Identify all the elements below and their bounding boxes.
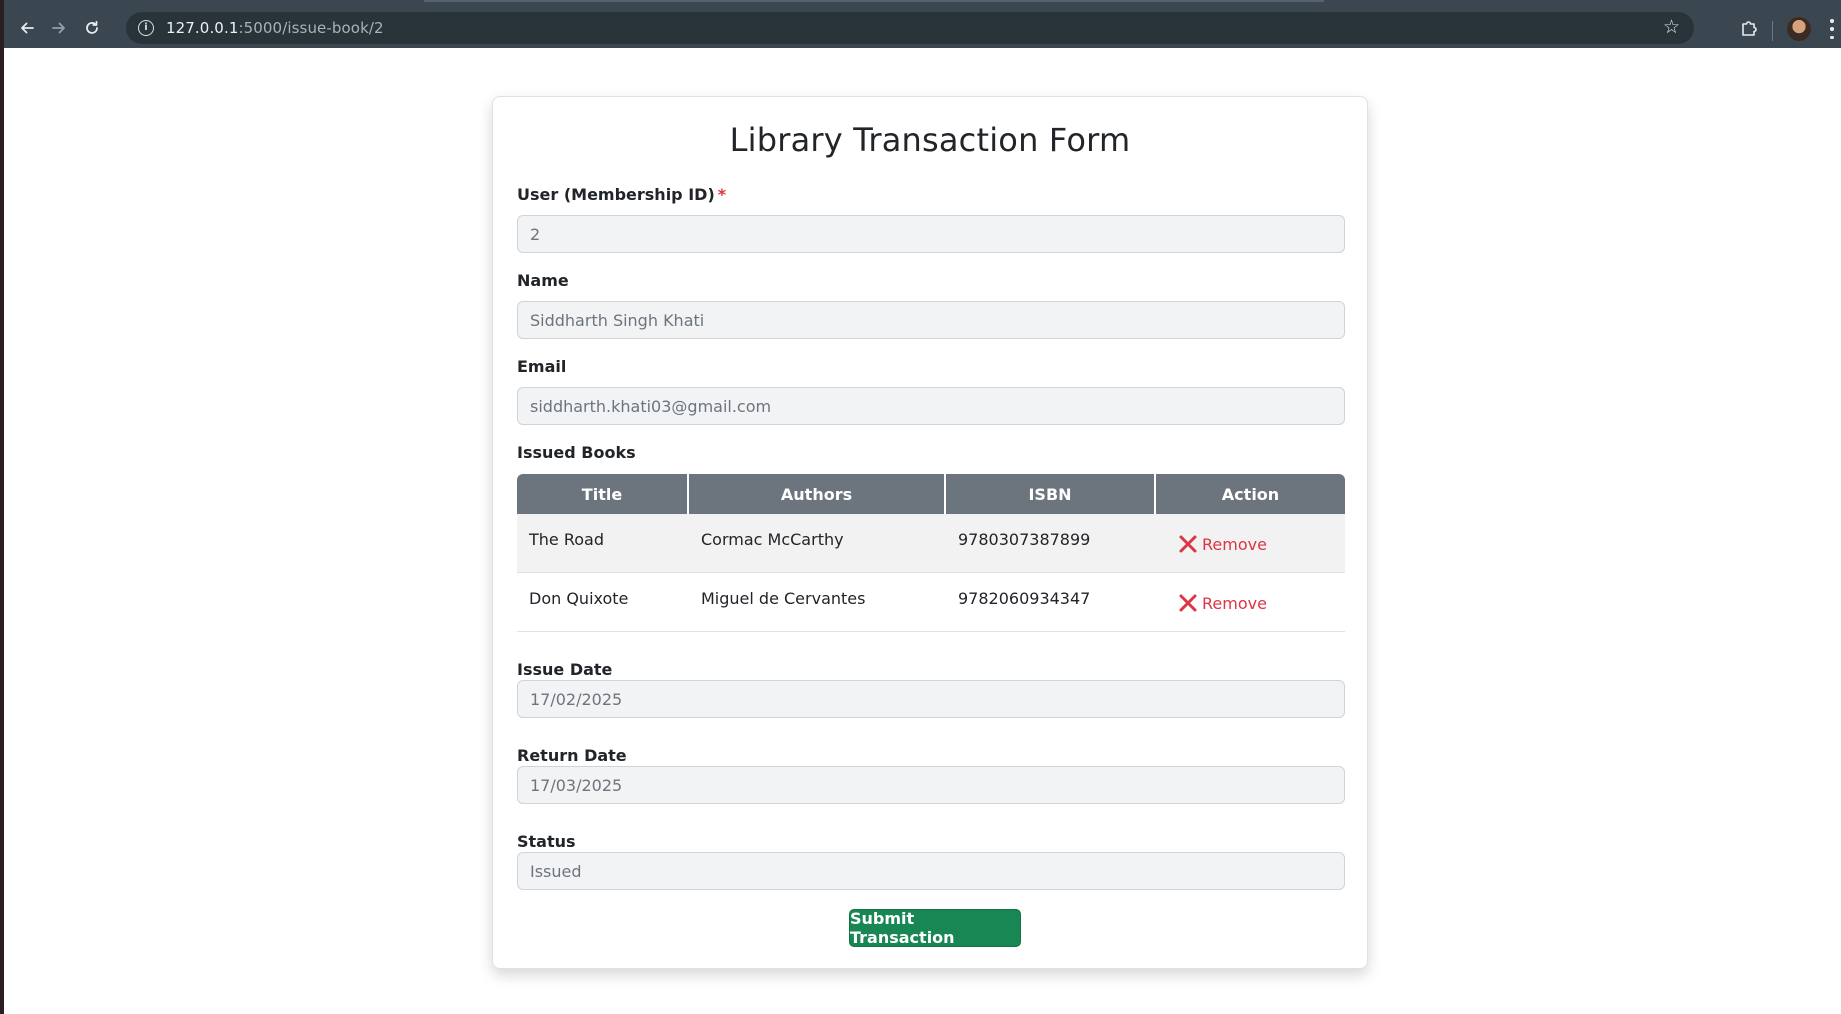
required-asterisk: * <box>717 185 727 204</box>
close-x-icon <box>1179 594 1197 612</box>
cell-action: Remove <box>1156 573 1345 631</box>
cell-title: The Road <box>529 530 604 549</box>
membership-id-input[interactable] <box>530 224 1332 244</box>
issued-books-label: Issued Books <box>517 443 636 462</box>
status-field[interactable] <box>517 852 1345 890</box>
user-label: User (Membership ID) * <box>517 185 726 204</box>
cell-action: Remove <box>1156 514 1345 572</box>
browser-toolbar: i 127.0.0.1:5000/issue-book/2 ☆ <box>4 7 1841 48</box>
cell-title: Don Quixote <box>529 589 629 608</box>
return-date-input[interactable] <box>530 775 1332 795</box>
close-x-icon <box>1179 535 1197 553</box>
url-host: 127.0.0.1 <box>166 19 239 37</box>
table-row: The Road Cormac McCarthy 9780307387899 R… <box>517 514 1345 573</box>
user-label-text: User (Membership ID) <box>517 185 715 204</box>
url-path: :5000/issue-book/2 <box>238 19 384 37</box>
membership-id-field[interactable] <box>517 215 1345 253</box>
reload-icon[interactable] <box>77 13 107 43</box>
remove-book-button[interactable]: Remove <box>1178 593 1333 613</box>
toolbar-separator <box>1772 21 1773 41</box>
submit-transaction-button[interactable]: Submit Transaction <box>849 909 1021 947</box>
remove-label: Remove <box>1202 593 1267 613</box>
name-label: Name <box>517 271 569 290</box>
issue-date-label: Issue Date <box>517 660 613 679</box>
address-url[interactable]: 127.0.0.1:5000/issue-book/2 <box>166 19 384 37</box>
table-header: Title Authors ISBN Action <box>517 474 1345 514</box>
header-isbn: ISBN <box>946 474 1156 514</box>
header-action: Action <box>1156 474 1345 514</box>
return-date-label: Return Date <box>517 746 627 765</box>
cell-isbn: 9780307387899 <box>958 530 1091 549</box>
issue-date-field[interactable] <box>517 680 1345 718</box>
header-title: Title <box>517 474 689 514</box>
back-arrow-icon[interactable] <box>12 13 42 43</box>
issue-date-input[interactable] <box>530 689 1332 709</box>
star-icon[interactable]: ☆ <box>1663 16 1680 38</box>
status-input[interactable] <box>530 861 1332 881</box>
address-bar[interactable]: i 127.0.0.1:5000/issue-book/2 ☆ <box>126 12 1694 44</box>
page-title: Library Transaction Form <box>729 121 1131 159</box>
browser-window: i 127.0.0.1:5000/issue-book/2 ☆ Library … <box>4 0 1841 1014</box>
remove-label: Remove <box>1202 534 1267 554</box>
transaction-form-card: Library Transaction Form User (Membershi… <box>492 96 1368 969</box>
issued-books-table: Title Authors ISBN Action The Road Corma… <box>517 474 1345 632</box>
profile-avatar[interactable] <box>1787 17 1811 41</box>
info-icon[interactable]: i <box>138 20 154 36</box>
return-date-field[interactable] <box>517 766 1345 804</box>
email-input[interactable] <box>530 396 1332 416</box>
name-input[interactable] <box>530 310 1332 330</box>
cell-authors: Miguel de Cervantes <box>701 589 866 608</box>
forward-arrow-icon[interactable] <box>44 13 74 43</box>
remove-book-button[interactable]: Remove <box>1178 534 1333 554</box>
email-field[interactable] <box>517 387 1345 425</box>
cell-isbn: 9782060934347 <box>958 589 1091 608</box>
cell-authors: Cormac McCarthy <box>701 530 844 549</box>
table-row: Don Quixote Miguel de Cervantes 97820609… <box>517 573 1345 632</box>
header-authors: Authors <box>689 474 946 514</box>
kebab-menu-icon[interactable] <box>1829 16 1835 42</box>
tab-strip <box>4 0 1841 7</box>
puzzle-icon[interactable] <box>1734 13 1764 43</box>
email-label: Email <box>517 357 567 376</box>
status-label: Status <box>517 832 576 851</box>
name-field[interactable] <box>517 301 1345 339</box>
